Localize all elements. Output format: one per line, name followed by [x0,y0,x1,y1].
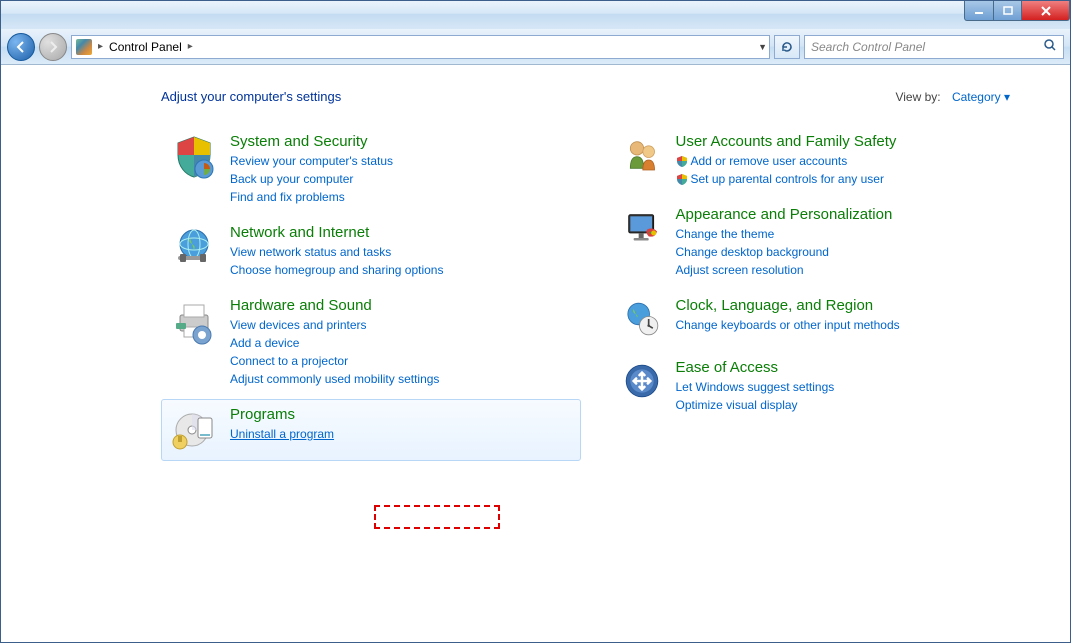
disc-icon [170,406,218,454]
breadcrumb-root[interactable]: Control Panel [109,40,182,54]
link-choose-homegroup-and-sharing-options[interactable]: Choose homegroup and sharing options [230,261,443,279]
link-find-and-fix-problems[interactable]: Find and fix problems [230,188,393,206]
printer-icon [170,297,218,345]
category-text: System and Security Review your computer… [230,133,393,206]
link-change-the-theme[interactable]: Change the theme [676,225,893,243]
category-text: Hardware and Sound View devices and prin… [230,297,439,388]
link-uninstall-a-program[interactable]: Uninstall a program [230,425,334,443]
link-adjust-commonly-used-mobility-settings[interactable]: Adjust commonly used mobility settings [230,370,439,388]
search-placeholder: Search Control Panel [811,40,925,54]
category-hardware-and-sound[interactable]: Hardware and Sound View devices and prin… [161,290,581,395]
ease-icon [620,359,664,403]
category-appearance-and-personalization[interactable]: Appearance and Personalization Change th… [611,199,1031,286]
link-back-up-your-computer[interactable]: Back up your computer [230,170,393,188]
uac-shield-icon [676,154,688,166]
minimize-button[interactable] [964,1,994,21]
highlight-annotation [374,505,500,529]
forward-button[interactable] [39,33,67,61]
category-title[interactable]: User Accounts and Family Safety [676,133,897,150]
category-text: Appearance and Personalization Change th… [676,206,893,279]
navigation-bar: ▸ Control Panel ▸ ▼ Search Control Panel [1,29,1070,65]
control-panel-window: ▸ Control Panel ▸ ▼ Search Control Panel… [0,0,1071,643]
category-system-and-security[interactable]: System and Security Review your computer… [161,126,581,213]
category-text: Clock, Language, and Region Change keybo… [676,297,900,341]
category-user-accounts-and-family-safety[interactable]: User Accounts and Family Safety Add or r… [611,126,1031,195]
link-optimize-visual-display[interactable]: Optimize visual display [676,396,835,414]
link-adjust-screen-resolution[interactable]: Adjust screen resolution [676,261,893,279]
link-add-a-device[interactable]: Add a device [230,334,439,352]
category-text: Network and Internet View network status… [230,224,443,279]
page-title: Adjust your computer's settings [161,89,341,104]
link-view-devices-and-printers[interactable]: View devices and printers [230,316,439,334]
category-text: Programs Uninstall a program [230,406,334,454]
link-let-windows-suggest-settings[interactable]: Let Windows suggest settings [676,378,835,396]
control-panel-icon [76,39,92,55]
link-change-keyboards-or-other-input-methods[interactable]: Change keyboards or other input methods [676,316,900,334]
category-title[interactable]: Appearance and Personalization [676,206,893,223]
view-by-dropdown[interactable]: Category ▾ [952,90,1010,104]
clock-icon [620,297,664,341]
globe-icon [170,224,218,272]
address-dropdown-icon[interactable]: ▼ [758,42,767,52]
category-clock-language-and-region[interactable]: Clock, Language, and Region Change keybo… [611,290,1031,348]
uac-shield-icon [676,172,688,184]
category-title[interactable]: Programs [230,406,334,423]
chevron-right-icon[interactable]: ▸ [188,41,193,52]
link-view-network-status-and-tasks[interactable]: View network status and tasks [230,243,443,261]
link-connect-to-a-projector[interactable]: Connect to a projector [230,352,439,370]
users-icon [620,133,664,177]
link-change-desktop-background[interactable]: Change desktop background [676,243,893,261]
search-icon[interactable] [1043,38,1057,55]
view-by-label: View by: [895,90,940,104]
categories-right-column: User Accounts and Family Safety Add or r… [611,126,1031,465]
link-add-or-remove-user-accounts[interactable]: Add or remove user accounts [676,152,897,170]
category-network-and-internet[interactable]: Network and Internet View network status… [161,217,581,286]
window-controls [964,1,1070,21]
category-title[interactable]: Clock, Language, and Region [676,297,900,314]
category-text: Ease of Access Let Windows suggest setti… [676,359,835,414]
categories-container: System and Security Review your computer… [1,116,1070,475]
chevron-right-icon[interactable]: ▸ [98,41,103,52]
category-programs[interactable]: Programs Uninstall a program [161,399,581,461]
maximize-button[interactable] [994,1,1022,21]
view-by-control: View by: Category ▾ [895,90,1010,104]
category-ease-of-access[interactable]: Ease of Access Let Windows suggest setti… [611,352,1031,421]
back-button[interactable] [7,33,35,61]
category-text: User Accounts and Family Safety Add or r… [676,133,897,188]
monitor-icon [620,206,664,250]
category-title[interactable]: Network and Internet [230,224,443,241]
categories-left-column: System and Security Review your computer… [161,126,581,465]
titlebar[interactable] [1,1,1070,29]
refresh-button[interactable] [774,35,800,59]
category-title[interactable]: System and Security [230,133,393,150]
link-review-your-computer-s-status[interactable]: Review your computer's status [230,152,393,170]
close-button[interactable] [1022,1,1070,21]
search-input[interactable]: Search Control Panel [804,35,1064,59]
page-header: Adjust your computer's settings View by:… [1,65,1070,116]
category-title[interactable]: Hardware and Sound [230,297,439,314]
category-title[interactable]: Ease of Access [676,359,835,376]
shield-icon [170,133,218,181]
link-set-up-parental-controls-for-any-user[interactable]: Set up parental controls for any user [676,170,897,188]
address-bar[interactable]: ▸ Control Panel ▸ ▼ [71,35,770,59]
